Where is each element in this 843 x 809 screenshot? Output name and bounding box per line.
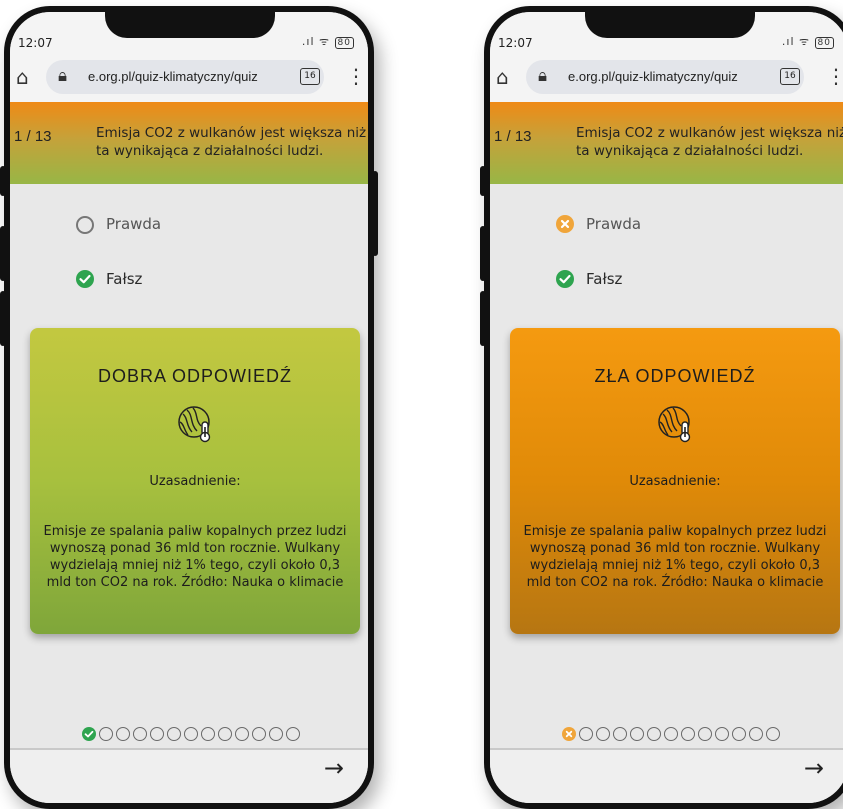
phone-side-button	[0, 226, 6, 281]
home-icon[interactable]: ⌂	[496, 65, 509, 89]
result-card: ZŁA ODPOWIEDŹ Uzasadnienie: Emisje ze sp…	[510, 328, 840, 634]
signal-icon: .ıl	[781, 35, 795, 48]
reason-text: Emisje ze spalania paliw kopalnych przez…	[523, 524, 827, 590]
phone-frame-left: 12:07 .ıl ᯤ 80 ⌂ 🔒︎ e.org.pl/quiz-klimat…	[0, 6, 378, 809]
phone-side-button	[480, 226, 486, 281]
phone-screen: 12:07 .ıl ᯤ 80 ⌂ 🔒︎ e.org.pl/quiz-klimat…	[490, 12, 843, 803]
signal-icon: .ıl	[301, 35, 315, 48]
phone-side-button	[480, 166, 486, 196]
progress-dots	[82, 723, 303, 741]
radio-empty-icon[interactable]	[76, 216, 94, 234]
phone-frame-right: 12:07 .ıl ᯤ 80 ⌂ 🔒︎ e.org.pl/quiz-klimat…	[480, 6, 843, 809]
progress-dot	[681, 726, 695, 741]
address-bar[interactable]: 🔒︎ e.org.pl/quiz-klimatyczny/quiz	[526, 60, 804, 94]
status-time: 12:07	[498, 36, 533, 50]
progress-dot	[286, 726, 300, 741]
climate-thermometer-icon	[658, 406, 691, 443]
bottom-bar	[10, 750, 368, 803]
progress-dot	[732, 726, 746, 741]
reason-text: Emisje ze spalania paliw kopalnych przez…	[43, 524, 347, 590]
answer-label[interactable]: Prawda	[586, 215, 641, 233]
progress-dot	[766, 726, 780, 741]
result-title: DOBRA ODPOWIEDŹ	[97, 366, 292, 386]
progress-dot	[596, 726, 610, 741]
home-icon[interactable]: ⌂	[16, 65, 29, 89]
progress-dot	[749, 726, 763, 741]
question-header: 1 / 13 Emisja CO2 z wulkanów jest większ…	[490, 102, 843, 184]
status-icons: .ıl ᯤ 80	[782, 34, 834, 49]
phone-side-button	[0, 291, 6, 346]
question-text: Emisja CO2 z wulkanów jest większa niż t…	[96, 125, 367, 159]
progress-dot	[715, 726, 729, 741]
progress-dot	[579, 726, 593, 741]
progress-dot	[698, 726, 712, 741]
reason-label: Uzasadnienie:	[629, 474, 721, 489]
arrow-right-icon[interactable]: →	[324, 754, 344, 782]
progress-dot	[235, 726, 249, 741]
progress-dot	[269, 726, 283, 741]
progress-dot-correct	[82, 726, 96, 741]
progress-dot	[133, 726, 147, 741]
tab-count-button[interactable]: 16	[300, 68, 320, 85]
bottom-bar	[490, 750, 843, 803]
status-time: 12:07	[18, 36, 53, 50]
phone-screen: 12:07 .ıl ᯤ 80 ⌂ 🔒︎ e.org.pl/quiz-klimat…	[10, 12, 368, 803]
answer-label[interactable]: Prawda	[106, 215, 161, 233]
phone-side-button	[372, 171, 378, 256]
progress-dot	[99, 726, 113, 741]
progress-dot-wrong	[562, 726, 576, 741]
cross-circle-icon[interactable]	[556, 215, 574, 233]
progress-dot	[613, 726, 627, 741]
battery-icon: 80	[334, 37, 354, 49]
progress-dot	[201, 726, 215, 741]
lock-icon[interactable]: 🔒︎	[58, 66, 67, 86]
reason-label: Uzasadnienie:	[149, 474, 241, 489]
progress-dot	[184, 726, 198, 741]
more-menu-icon[interactable]: ⋮	[346, 64, 366, 88]
phone-side-button	[0, 166, 6, 196]
answer-label[interactable]: Fałsz	[586, 270, 622, 288]
progress-dot	[218, 726, 232, 741]
climate-thermometer-icon	[178, 406, 211, 443]
result-card: DOBRA ODPOWIEDŹ Uzasadnienie: Emisje ze …	[30, 328, 360, 634]
phone-notch	[105, 12, 275, 38]
progress-dots	[562, 723, 783, 741]
phone-notch	[585, 12, 755, 38]
question-header: 1 / 13 Emisja CO2 z wulkanów jest większ…	[10, 102, 368, 184]
question-counter: 1 / 13	[14, 128, 52, 145]
progress-dot	[116, 726, 130, 741]
browser-toolbar: ⌂ 🔒︎ e.org.pl/quiz-klimatyczny/quiz 16 ⋮	[490, 52, 843, 102]
progress-dot	[664, 726, 678, 741]
progress-dot	[150, 726, 164, 741]
progress-dot	[630, 726, 644, 741]
question-text: Emisja CO2 z wulkanów jest większa niż t…	[576, 125, 843, 159]
answer-label[interactable]: Fałsz	[106, 270, 142, 288]
more-menu-icon[interactable]: ⋮	[826, 64, 843, 88]
arrow-right-icon[interactable]: →	[804, 754, 824, 782]
result-title: ZŁA ODPOWIEDŹ	[594, 366, 756, 386]
url-text[interactable]: e.org.pl/quiz-klimatyczny/quiz	[568, 69, 738, 84]
url-text[interactable]: e.org.pl/quiz-klimatyczny/quiz	[88, 69, 258, 84]
question-counter: 1 / 13	[494, 128, 532, 145]
lock-icon[interactable]: 🔒︎	[538, 66, 547, 86]
check-circle-icon[interactable]	[76, 270, 94, 288]
wifi-icon: ᯤ	[799, 35, 811, 48]
address-bar[interactable]: 🔒︎ e.org.pl/quiz-klimatyczny/quiz	[46, 60, 324, 94]
status-icons: .ıl ᯤ 80	[302, 34, 354, 49]
battery-icon: 80	[814, 37, 834, 49]
progress-dot	[167, 726, 181, 741]
browser-toolbar: ⌂ 🔒︎ e.org.pl/quiz-klimatyczny/quiz 16 ⋮	[10, 52, 368, 102]
progress-dot	[647, 726, 661, 741]
phone-side-button	[480, 291, 486, 346]
check-circle-icon[interactable]	[556, 270, 574, 288]
wifi-icon: ᯤ	[319, 35, 331, 48]
tab-count-button[interactable]: 16	[780, 68, 800, 85]
progress-dot	[252, 726, 266, 741]
